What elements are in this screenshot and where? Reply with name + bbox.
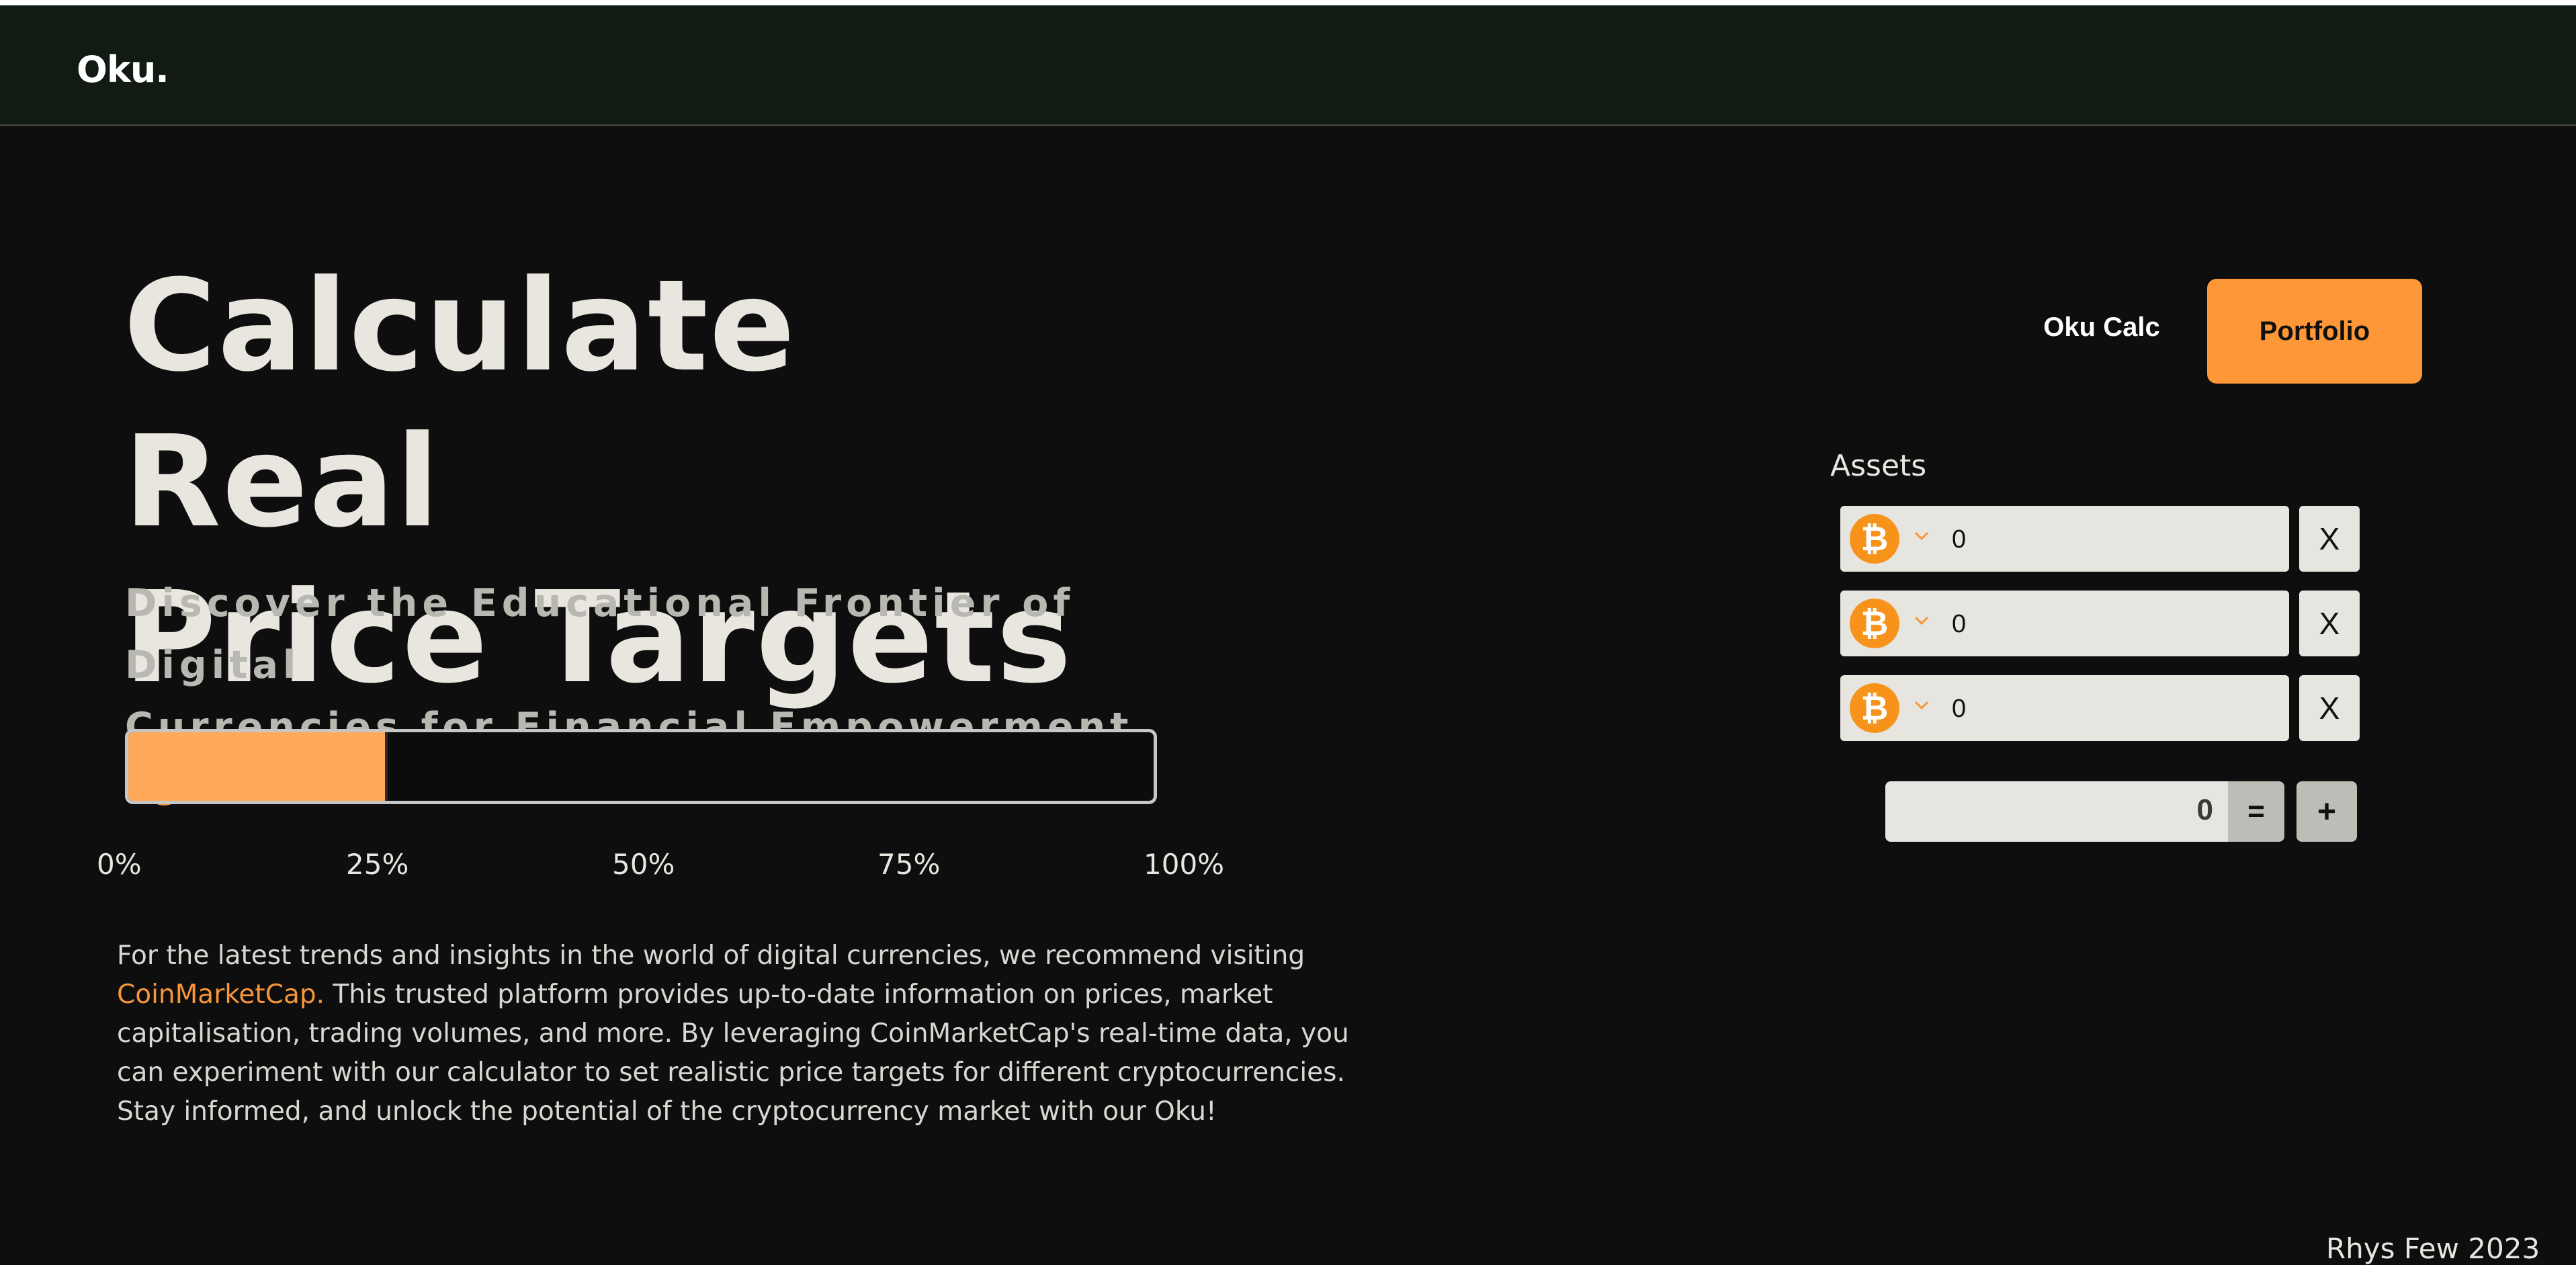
- total-value: 0: [2196, 793, 2213, 826]
- add-asset-button[interactable]: +: [2296, 781, 2357, 842]
- asset-amount-input[interactable]: [1950, 690, 2276, 728]
- remove-asset-button[interactable]: X: [2299, 675, 2360, 741]
- progress-bar: [125, 729, 1157, 804]
- asset-amount-input[interactable]: [1950, 605, 2276, 643]
- navbar: Oku.: [0, 5, 2576, 126]
- info-text-start: For the latest trends and insights in th…: [117, 941, 1305, 971]
- info-paragraph: For the latest trends and insights in th…: [117, 936, 1380, 1131]
- title-line-1: Calculate Real: [124, 253, 797, 556]
- bitcoin-icon: ₿: [1850, 514, 1899, 564]
- total-field: 0: [1885, 781, 2228, 842]
- progress-tick-100: 100%: [1144, 848, 1225, 881]
- subtitle-line-1: Discover the Educational Frontier of Dig…: [125, 581, 1075, 687]
- asset-field: ₿: [1840, 675, 2289, 741]
- portfolio-button[interactable]: Portfolio: [2207, 279, 2422, 384]
- progress-fill: [128, 732, 388, 801]
- nav-oku-calc[interactable]: Oku Calc: [2016, 312, 2188, 343]
- footer-credit: Rhys Few 2023: [2326, 1232, 2540, 1265]
- asset-row: ₿ X: [1840, 675, 2360, 741]
- progress-tick-75: 75%: [877, 848, 941, 881]
- chevron-down-icon[interactable]: [1912, 611, 1932, 631]
- asset-field: ₿: [1840, 506, 2289, 572]
- top-border: [0, 0, 2576, 5]
- progress-tick-0: 0%: [97, 848, 142, 881]
- coinmarketcap-link[interactable]: CoinMarketCap.: [117, 979, 325, 1010]
- asset-field: ₿: [1840, 591, 2289, 656]
- asset-amount-input[interactable]: [1950, 521, 2276, 558]
- calculate-button[interactable]: =: [2228, 781, 2284, 842]
- chevron-down-icon[interactable]: [1912, 695, 1932, 715]
- remove-asset-button[interactable]: X: [2299, 591, 2360, 656]
- logo[interactable]: Oku.: [77, 48, 169, 91]
- assets-label: Assets: [1830, 449, 1927, 483]
- chevron-down-icon[interactable]: [1912, 526, 1932, 546]
- asset-row: ₿ X: [1840, 506, 2360, 572]
- bitcoin-icon: ₿: [1850, 683, 1899, 733]
- asset-row: ₿ X: [1840, 591, 2360, 656]
- progress-tick-25: 25%: [346, 848, 409, 881]
- progress-tick-50: 50%: [612, 848, 675, 881]
- remove-asset-button[interactable]: X: [2299, 506, 2360, 572]
- bitcoin-icon: ₿: [1850, 599, 1899, 648]
